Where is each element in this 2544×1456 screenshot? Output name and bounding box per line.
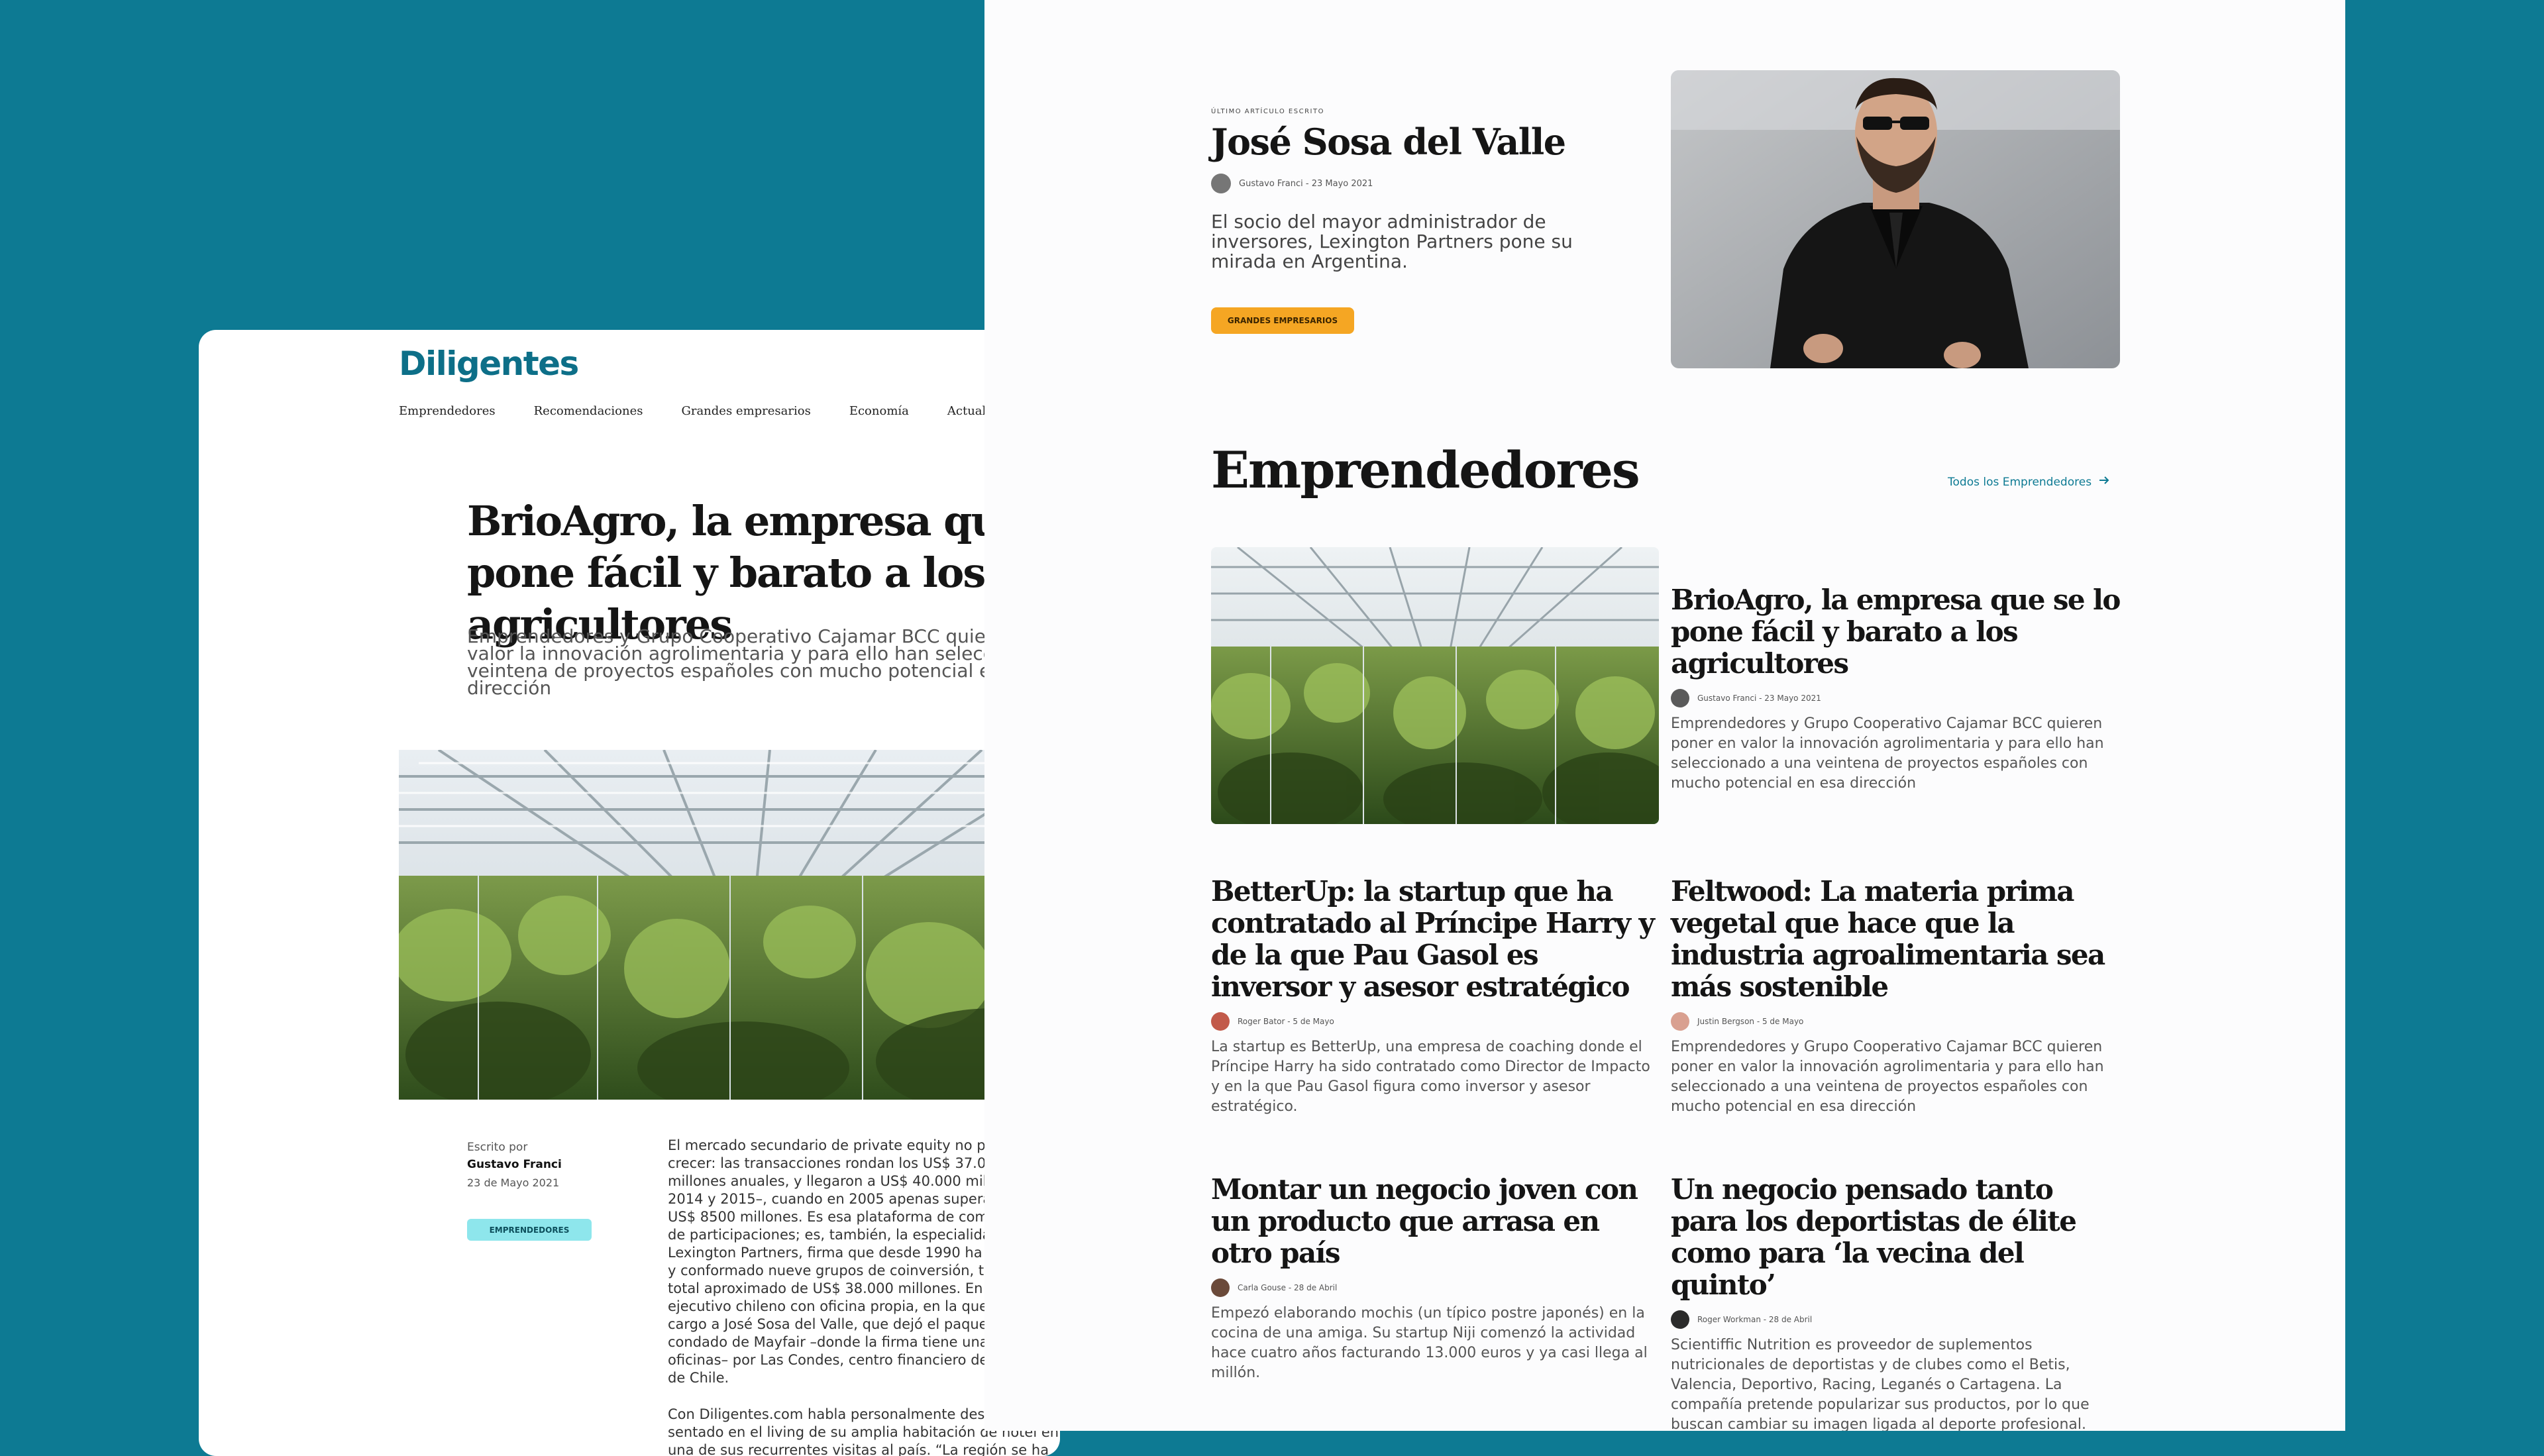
article-byline: Escrito por Gustavo Franci 23 de Mayo 20… [467,1141,639,1189]
article-card-meta: Gustavo Franci - 23 Mayo 2021 [1671,689,2121,707]
article-card-meta: Roger Bator - 5 de Mayo [1211,1012,1662,1031]
article-card-meta: Carla Gouse - 28 de Abril [1211,1278,1662,1297]
category-tag[interactable]: GRANDES EMPRESARIOS [1211,307,1354,334]
avatar [1211,1012,1230,1031]
avatar [1671,1012,1689,1031]
article-card[interactable]: Montar un negocio joven con un producto … [1211,1174,1662,1383]
article-hero-image [392,749,1060,1114]
article-page-card: Diligentes Emprendedores Recomendaciones… [199,330,1060,1456]
article-card-title[interactable]: Feltwood: La materia prima vegetal que h… [1671,876,2121,1003]
nav-item-economia[interactable]: Economía [849,404,909,418]
site-logo[interactable]: Diligentes [399,344,579,383]
listing-page-card: ÚLTIMO ARTÍCULO ESCRITO José Sosa del Va… [984,0,2345,1431]
avatar [1671,1310,1689,1329]
author-date: Justin Bergson - 5 de Mayo [1697,1017,1804,1026]
author-date: Roger Bator - 5 de Mayo [1238,1017,1334,1026]
latest-article-description: El socio del mayor administrador de inve… [1211,211,1573,272]
article-card-excerpt: Emprendedores y Grupo Cooperativo Cajama… [1671,715,2104,792]
section-title: Emprendedores [1211,441,1640,499]
see-all-label: Todos los Emprendedores [1948,475,2092,489]
article-card-title[interactable]: Montar un negocio joven con un producto … [1211,1174,1662,1269]
article-card-title[interactable]: BetterUp: la startup que ha contratado a… [1211,876,1662,1003]
author-date: Gustavo Franci - 23 Mayo 2021 [1239,178,1373,189]
article-card-excerpt: Scientiffic Nutrition es proveedor de su… [1671,1337,2090,1431]
featured-article-image[interactable] [1211,547,1659,824]
avatar [1211,1278,1230,1297]
article-card-title[interactable]: Un negocio pensado tanto para los deport… [1671,1174,2121,1301]
article-card-meta: Roger Workman - 28 de Abril [1671,1310,2121,1329]
latest-article-image[interactable] [1671,70,2120,368]
article-card-excerpt: Empezó elaborando mochis (un típico post… [1211,1305,1648,1381]
author-date: Gustavo Franci - 23 Mayo 2021 [1697,694,1821,703]
article-card-excerpt: La startup es BetterUp, una empresa de c… [1211,1039,1650,1115]
see-all-link[interactable]: Todos los Emprendedores [1948,474,2110,490]
category-tag[interactable]: EMPRENDEDORES [467,1219,592,1241]
article-card-title[interactable]: BrioAgro, la empresa que se lo pone fáci… [1671,584,2121,680]
article-card[interactable]: BetterUp: la startup que ha contratado a… [1211,876,1662,1117]
article-date: 23 de Mayo 2021 [467,1176,560,1189]
avatar [1211,174,1231,193]
written-by-label: Escrito por [467,1141,528,1154]
author-name[interactable]: Gustavo Franci [467,1158,639,1171]
latest-article-title[interactable]: José Sosa del Valle [1211,117,1675,167]
article-card[interactable]: Feltwood: La materia prima vegetal que h… [1671,876,2121,1117]
latest-article-eyebrow: ÚLTIMO ARTÍCULO ESCRITO [1211,108,1324,115]
main-nav: Emprendedores Recomendaciones Grandes em… [399,404,1036,418]
nav-item-grandes-empresarios[interactable]: Grandes empresarios [681,404,810,418]
article-card-excerpt: Emprendedores y Grupo Cooperativo Cajama… [1671,1039,2104,1115]
latest-article-meta: Gustavo Franci - 23 Mayo 2021 [1211,174,1373,193]
nav-item-recomendaciones[interactable]: Recomendaciones [534,404,643,418]
author-date: Carla Gouse - 28 de Abril [1238,1283,1338,1292]
author-date: Roger Workman - 28 de Abril [1697,1315,1813,1324]
avatar [1671,689,1689,707]
article-subtitle: Emprendedores y Grupo Cooperativo Cajama… [467,625,1060,699]
article-card-meta: Justin Bergson - 5 de Mayo [1671,1012,2121,1031]
article-card[interactable]: Un negocio pensado tanto para los deport… [1671,1174,2121,1431]
arrow-right-icon [2098,474,2110,490]
nav-item-emprendedores[interactable]: Emprendedores [399,404,496,418]
article-card[interactable]: BrioAgro, la empresa que se lo pone fáci… [1671,584,2121,794]
